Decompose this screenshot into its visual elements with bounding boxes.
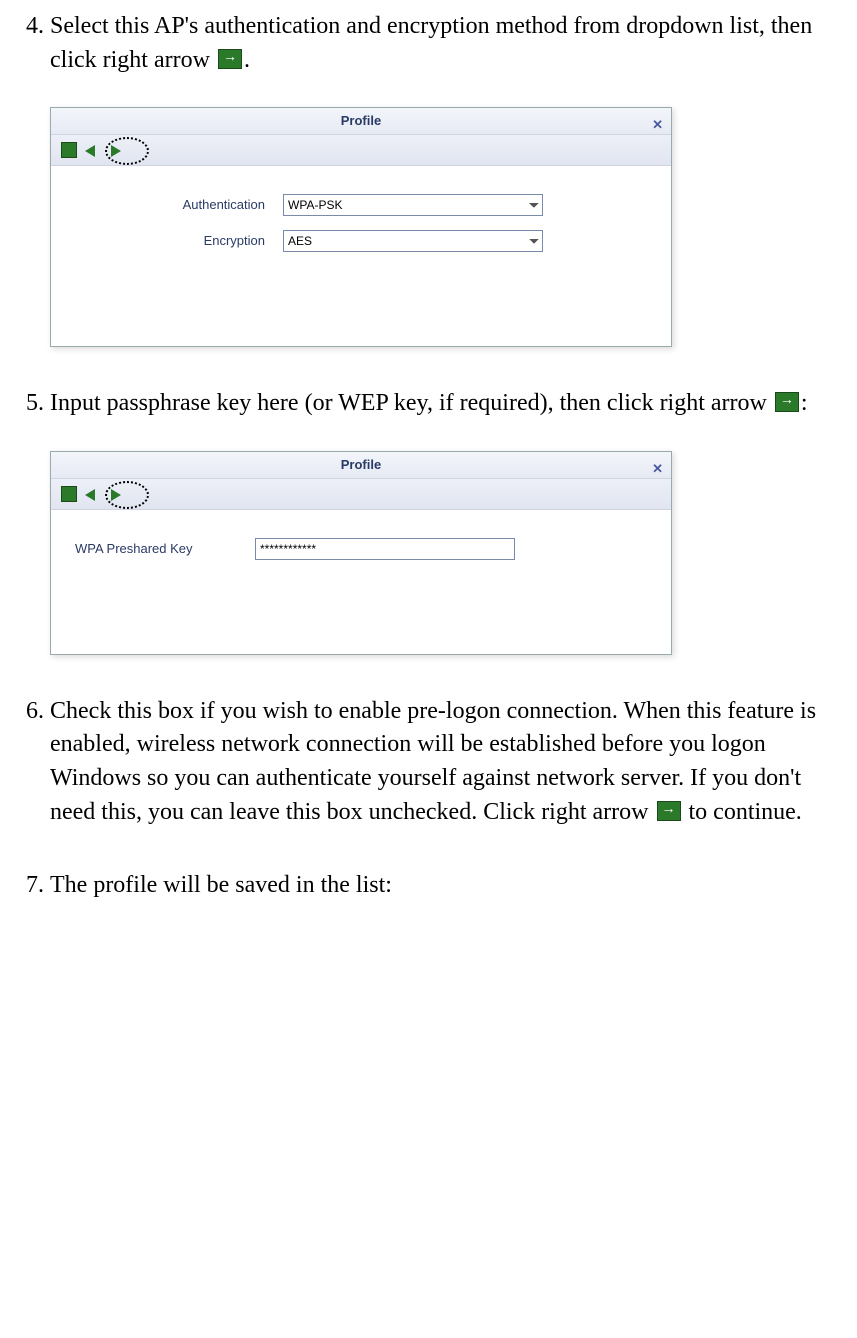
dialog-titlebar: Profile ✕ (51, 108, 671, 135)
step-6: Check this box if you wish to enable pre… (50, 695, 842, 829)
step-4-tail: . (244, 47, 250, 73)
back-arrow-icon[interactable] (83, 142, 103, 158)
psk-label: WPA Preshared Key (75, 540, 255, 558)
right-arrow-icon (775, 392, 799, 412)
step-7: The profile will be saved in the list: (50, 869, 842, 903)
profile-dialog-key: Profile ✕ WPA Preshared Key (50, 451, 672, 655)
dialog-title: Profile (341, 113, 381, 128)
dialog-nav (51, 479, 671, 510)
encryption-select[interactable]: AES (283, 230, 543, 252)
right-arrow-icon (657, 801, 681, 821)
auth-row: Authentication WPA-PSK (75, 194, 647, 216)
back-arrow-icon[interactable] (83, 486, 103, 502)
step-4: Select this AP's authentication and encr… (50, 10, 842, 347)
dialog-body: Authentication WPA-PSK Encryption AES (51, 166, 671, 346)
step-7-text: The profile will be saved in the list: (50, 872, 392, 898)
highlight-ellipse (105, 481, 149, 509)
stop-icon[interactable] (61, 142, 77, 158)
step-5-text: Input passphrase key here (or WEP key, i… (50, 390, 773, 416)
stop-icon[interactable] (61, 486, 77, 502)
authentication-select[interactable]: WPA-PSK (283, 194, 543, 216)
auth-label: Authentication (75, 196, 283, 214)
profile-dialog-auth: Profile ✕ Authentication WPA-PSK Encrypt… (50, 107, 672, 347)
enc-label: Encryption (75, 232, 283, 250)
enc-row: Encryption AES (75, 230, 647, 252)
step-6-text-b: to continue. (689, 799, 802, 825)
dialog-title: Profile (341, 457, 381, 472)
highlight-ellipse (105, 137, 149, 165)
step-4-text: Select this AP's authentication and encr… (50, 13, 812, 73)
psk-row: WPA Preshared Key (75, 538, 647, 560)
dialog-nav (51, 135, 671, 166)
step-5: Input passphrase key here (or WEP key, i… (50, 387, 842, 655)
preshared-key-input[interactable] (255, 538, 515, 560)
dialog-titlebar: Profile ✕ (51, 452, 671, 479)
step-5-tail: : (801, 390, 808, 416)
dialog-body: WPA Preshared Key (51, 510, 671, 654)
right-arrow-icon (218, 49, 242, 69)
